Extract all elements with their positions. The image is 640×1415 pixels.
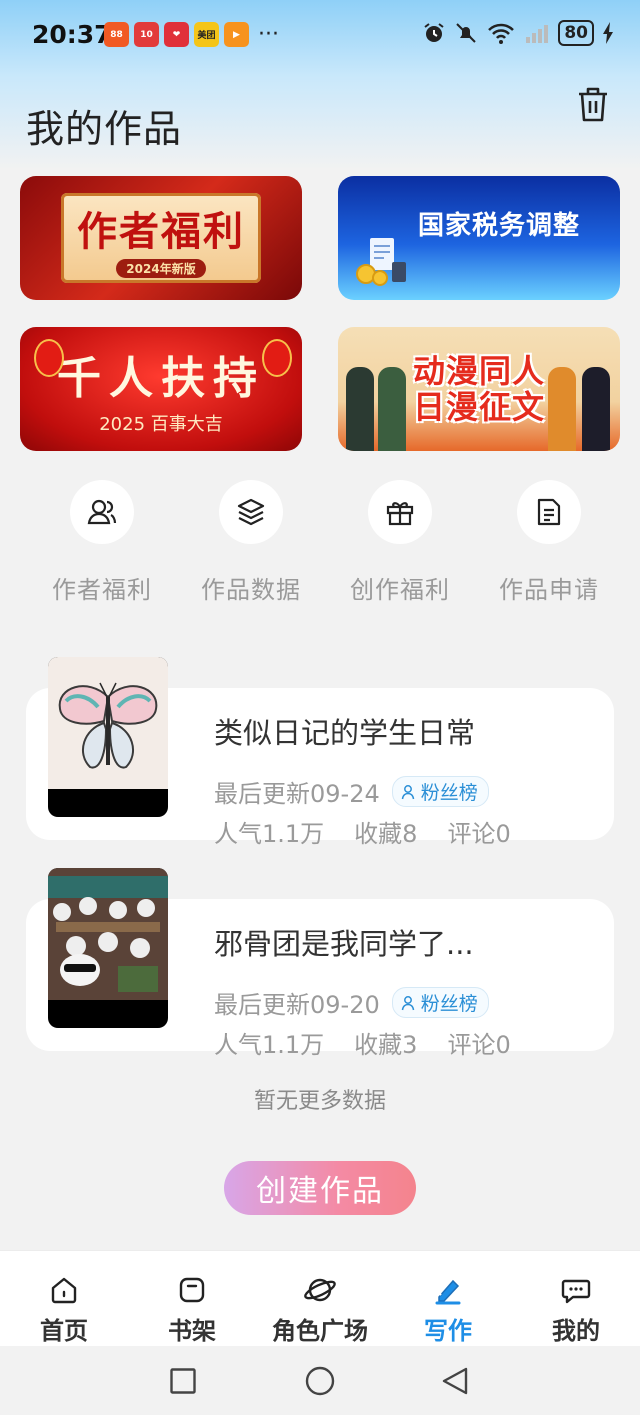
work-stats: 人气1.1万 收藏3 评论0 [214, 1025, 511, 1060]
more-notifications-icon: ··· [258, 21, 279, 47]
entry-work-application[interactable]: 作品申请 [474, 480, 624, 605]
status-time: 20:37 [32, 20, 112, 49]
app-icon-meituan: 美团 [194, 22, 219, 47]
work-updated: 最后更新09-24 [214, 780, 380, 808]
tab-label: 写作 [424, 1317, 472, 1345]
home-icon [51, 1277, 77, 1304]
entry-icon-circle [368, 480, 432, 544]
work-favorites: 收藏8 [354, 820, 418, 848]
alarm-icon [424, 23, 444, 42]
tab-mine[interactable]: 我的 [512, 1251, 640, 1347]
bookshelf-icon [179, 1277, 205, 1303]
fan-rank-badge[interactable]: 粉丝榜 [391, 776, 489, 807]
work-meta: 最后更新09-24 粉丝榜 [214, 774, 489, 809]
banner-title: 国家税务调整 [417, 210, 580, 241]
system-icons: 80 [422, 20, 614, 46]
wifi-icon [488, 23, 515, 44]
no-more-data-text: 暂无更多数据 [253, 1089, 386, 1114]
app-icon-3: ❤ [164, 22, 189, 47]
tab-home[interactable]: 首页 [0, 1251, 128, 1347]
banner-anime-fanfic[interactable]: 动漫同人 日漫征文 [338, 327, 620, 451]
tab-writing[interactable]: 写作 [384, 1251, 512, 1347]
work-cover-butterfly[interactable] [48, 657, 168, 817]
notification-app-icons: 88 10 ❤ 美团 ▶ ··· [104, 22, 279, 47]
gift-icon [386, 502, 414, 526]
system-navigation-bar [0, 1346, 640, 1415]
banner-author-benefits[interactable]: 作者福利 2024年新版 [20, 176, 302, 300]
work-comments: 评论0 [447, 820, 511, 848]
entry-author-benefits[interactable]: 作者福利 [27, 480, 177, 605]
work-cover-skeletons[interactable] [48, 868, 168, 1028]
lantern-icon [34, 339, 64, 377]
trash-icon[interactable] [576, 86, 610, 124]
banner-title: 动漫同人 日漫征文 [412, 352, 545, 426]
user-icon [401, 784, 414, 799]
work-comments: 评论0 [447, 1031, 511, 1059]
bottom-tab-bar: 首页 书架 角色广场 写作 我的 [0, 1250, 640, 1347]
work-meta: 最后更新09-20 粉丝榜 [214, 985, 489, 1020]
entry-icon-circle [517, 480, 581, 544]
banner-title: 作者福利 [77, 208, 245, 255]
chat-icon [561, 1279, 591, 1304]
home-nav-icon[interactable] [305, 1366, 335, 1396]
layers-icon [237, 498, 265, 526]
fan-rank-badge[interactable]: 粉丝榜 [391, 987, 489, 1018]
banner-scroll: 作者福利 2024年新版 [61, 193, 261, 283]
tab-label: 我的 [552, 1317, 600, 1345]
tab-bookshelf[interactable]: 书架 [128, 1251, 256, 1347]
status-bar: 20:37 88 10 ❤ 美团 ▶ ··· 80 [0, 0, 640, 70]
recent-apps-icon[interactable] [170, 1368, 196, 1394]
work-title: 邪骨团是我同学了... [214, 927, 474, 961]
entry-label: 作品数据 [201, 576, 301, 604]
entry-label: 创作福利 [350, 576, 450, 604]
work-popularity: 人气1.1万 [214, 820, 325, 848]
app-icon-5: ▶ [224, 22, 249, 47]
tab-label: 角色广场 [272, 1317, 368, 1345]
author-users-icon [87, 499, 117, 525]
document-icon [537, 498, 561, 526]
work-title: 类似日记的学生日常 [214, 716, 476, 750]
banner-subtitle: 2024年新版 [116, 258, 206, 278]
entry-icon-circle [219, 480, 283, 544]
skeleton-group-image [48, 868, 168, 1000]
work-stats: 人气1.1万 收藏8 评论0 [214, 814, 511, 849]
butterfly-image [48, 657, 168, 789]
tab-label: 首页 [40, 1317, 88, 1345]
tab-label: 书架 [168, 1317, 216, 1345]
battery-indicator: 80 [558, 20, 594, 46]
signal-icon [526, 25, 549, 43]
coins-document-icon [356, 238, 406, 286]
banner-thousand-support[interactable]: 千人扶持 2025 百事大吉 [20, 327, 302, 451]
tab-character-plaza[interactable]: 角色广场 [256, 1251, 384, 1347]
back-icon[interactable] [441, 1366, 469, 1396]
app-icon-2: 10 [134, 22, 159, 47]
character-figure [378, 367, 406, 451]
page-title: 我的作品 [26, 107, 183, 151]
banner-title: 千人扶持 [57, 353, 265, 404]
banner-tax-adjustment[interactable]: 国家税务调整 [338, 176, 620, 300]
entry-icon-circle [70, 480, 134, 544]
lantern-icon [262, 339, 292, 377]
planet-icon [304, 1278, 336, 1302]
entry-creation-benefits[interactable]: 创作福利 [325, 480, 475, 605]
pen-icon [435, 1279, 461, 1305]
create-work-button[interactable]: 创建作品 [224, 1161, 416, 1215]
app-icon-1: 88 [104, 22, 129, 47]
banner-subtitle: 2025 百事大吉 [99, 414, 223, 435]
work-popularity: 人气1.1万 [214, 1031, 325, 1059]
mute-icon [456, 23, 477, 43]
charging-icon [603, 22, 613, 44]
entry-label: 作者福利 [52, 576, 152, 604]
entry-label: 作品申请 [499, 576, 599, 604]
work-favorites: 收藏3 [354, 1031, 418, 1059]
character-figure [582, 367, 610, 451]
character-figure [346, 367, 374, 451]
work-updated: 最后更新09-20 [214, 991, 380, 1019]
user-icon [401, 995, 414, 1010]
entry-work-data[interactable]: 作品数据 [176, 480, 326, 605]
character-figure [548, 367, 576, 451]
